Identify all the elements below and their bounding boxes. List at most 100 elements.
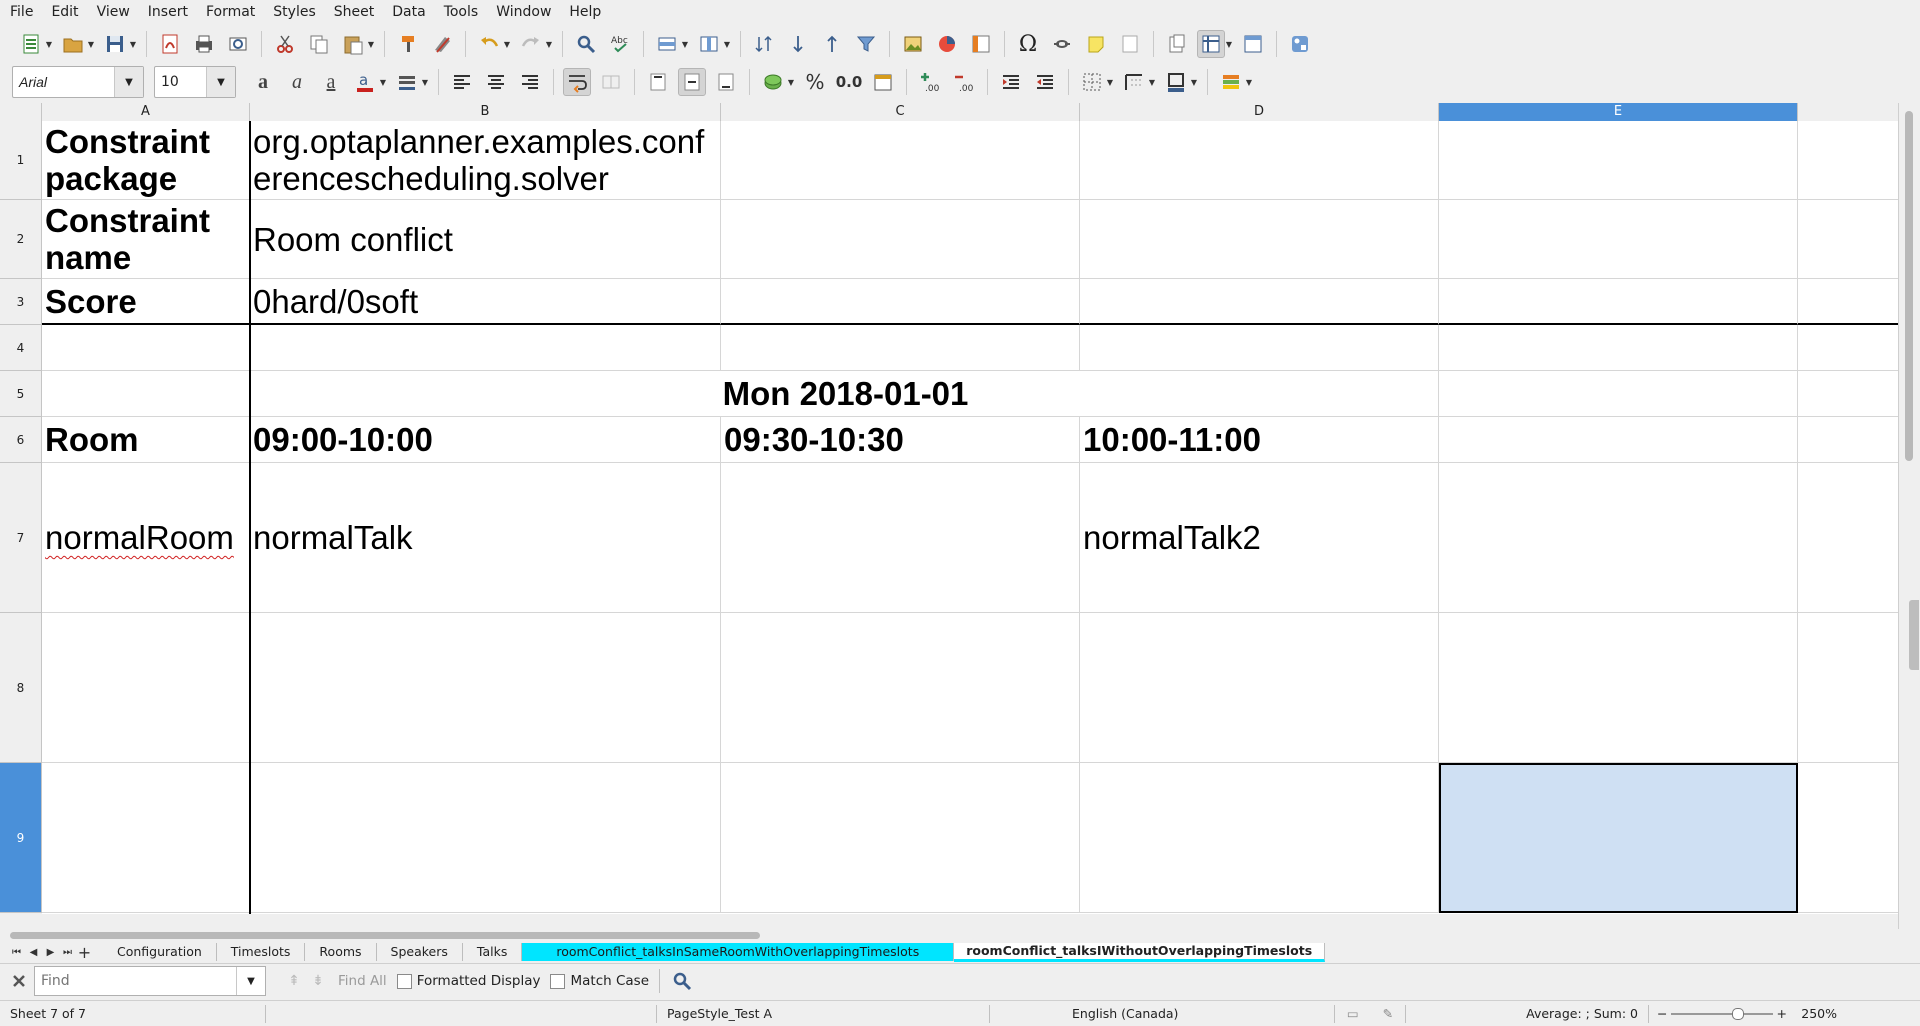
cell-a9[interactable] — [42, 763, 250, 913]
date-format-icon[interactable] — [869, 68, 897, 96]
cell-b6[interactable]: 09:00-10:00 — [250, 417, 721, 463]
cell-a2[interactable]: Constraint name — [42, 200, 250, 279]
sheet-tab-room-conflict-without-overlapping[interactable]: roomConflict_talksIWithoutOverlappingTim… — [954, 942, 1326, 962]
zoom-in-icon[interactable]: + — [1777, 1006, 1787, 1021]
insert-image-icon[interactable] — [899, 30, 927, 58]
column-header-b[interactable]: B — [250, 103, 721, 121]
sheet-tab-room-conflict-overlapping[interactable]: roomConflict_talksInSameRoomWithOverlapp… — [522, 943, 955, 961]
close-icon[interactable] — [10, 974, 28, 988]
decrease-indent-icon[interactable] — [1031, 68, 1059, 96]
cell-e3[interactable] — [1439, 279, 1798, 325]
align-top-icon[interactable] — [644, 68, 672, 96]
cell-c7[interactable] — [721, 463, 1080, 613]
freeze-rows-columns-icon[interactable] — [1197, 30, 1225, 58]
cell-d3[interactable] — [1080, 279, 1439, 325]
row-header-5[interactable]: 5 — [0, 371, 42, 417]
cell-f8[interactable] — [1798, 613, 1898, 763]
paste-icon[interactable] — [339, 30, 367, 58]
cell-b9[interactable] — [250, 763, 721, 913]
menu-file[interactable]: File — [0, 0, 41, 24]
sort-ascending-icon[interactable] — [784, 30, 812, 58]
find-field[interactable]: ▼ — [34, 966, 266, 996]
column-header-e[interactable]: E — [1439, 103, 1798, 121]
sheet-tab-rooms[interactable]: Rooms — [305, 943, 377, 961]
select-all-corner[interactable] — [0, 103, 42, 121]
border-style-icon[interactable] — [1120, 68, 1148, 96]
bold-icon[interactable]: a — [249, 68, 277, 96]
menu-edit[interactable]: Edit — [41, 0, 86, 24]
find-next-icon[interactable]: ⇟ — [306, 973, 330, 989]
font-name-combo[interactable]: Arial ▼ — [12, 66, 144, 98]
open-folder-icon[interactable] — [59, 30, 87, 58]
borders-icon[interactable] — [1078, 68, 1106, 96]
sheet-tab-speakers[interactable]: Speakers — [377, 943, 463, 961]
sort-descending-icon[interactable] — [818, 30, 846, 58]
cell-f9[interactable] — [1798, 763, 1898, 913]
menu-data[interactable]: Data — [382, 0, 433, 24]
cell-e4[interactable] — [1439, 325, 1798, 371]
cell-a4[interactable] — [42, 325, 250, 371]
previous-sheet-icon[interactable]: ◀ — [25, 942, 42, 962]
border-color-dropdown-icon[interactable]: ▼ — [1190, 78, 1198, 87]
menu-format[interactable]: Format — [196, 0, 263, 24]
find-previous-icon[interactable]: ⇞ — [282, 973, 306, 989]
menu-tools[interactable]: Tools — [434, 0, 487, 24]
cell-b1[interactable]: org.optaplanner.examples.conferencesched… — [250, 121, 721, 200]
align-left-icon[interactable] — [448, 68, 476, 96]
zoom-slider[interactable]: − + — [1649, 1006, 1787, 1021]
chevron-down-icon[interactable]: ▼ — [206, 67, 235, 97]
cell-b3[interactable]: 0hard/0soft — [250, 279, 721, 325]
align-right-icon[interactable] — [516, 68, 544, 96]
font-color-icon[interactable]: a — [351, 68, 379, 96]
cell-d4[interactable] — [1080, 325, 1439, 371]
italic-icon[interactable]: a — [283, 68, 311, 96]
clear-formatting-icon[interactable] — [428, 30, 456, 58]
cell-c9[interactable] — [721, 763, 1080, 913]
row-header-7[interactable]: 7 — [0, 463, 42, 613]
wrap-text-icon[interactable] — [563, 68, 591, 96]
align-bottom-icon[interactable] — [712, 68, 740, 96]
comment-icon[interactable] — [1082, 30, 1110, 58]
print-icon[interactable] — [190, 30, 218, 58]
cell-f6[interactable] — [1798, 417, 1898, 463]
copy-icon[interactable] — [305, 30, 333, 58]
insert-chart-icon[interactable] — [933, 30, 961, 58]
row-header-8[interactable]: 8 — [0, 613, 42, 763]
percent-format-icon[interactable]: % — [801, 68, 829, 96]
border-color-icon[interactable] — [1162, 68, 1190, 96]
highlight-color-icon[interactable] — [393, 68, 421, 96]
add-sheet-icon[interactable]: + — [76, 942, 93, 962]
zoom-level[interactable]: 250% — [1787, 1006, 1843, 1021]
cell-e2[interactable] — [1439, 200, 1798, 279]
chevron-down-icon[interactable]: ▼ — [236, 967, 265, 995]
align-center-icon[interactable] — [482, 68, 510, 96]
zoom-slider-handle[interactable] — [1732, 1007, 1745, 1020]
cell-f2[interactable] — [1798, 200, 1898, 279]
freeze-dropdown-icon[interactable]: ▼ — [1225, 40, 1233, 49]
cell-c3[interactable] — [721, 279, 1080, 325]
center-vertically-icon[interactable] — [678, 68, 706, 96]
menu-window[interactable]: Window — [486, 0, 559, 24]
last-sheet-icon[interactable]: ⏭ — [59, 942, 76, 962]
number-format-icon[interactable]: 0.0 — [835, 68, 863, 96]
column-dropdown-icon[interactable]: ▼ — [723, 40, 731, 49]
column-header-d[interactable]: D — [1080, 103, 1439, 121]
conditional-format-icon[interactable] — [1217, 68, 1245, 96]
menu-styles[interactable]: Styles — [263, 0, 323, 24]
page-style[interactable]: PageStyle_Test A — [657, 1006, 989, 1021]
sheet-tab-timeslots[interactable]: Timeslots — [217, 943, 306, 961]
save-icon[interactable] — [101, 30, 129, 58]
formatted-display-checkbox[interactable] — [396, 973, 412, 989]
redo-icon[interactable] — [517, 30, 545, 58]
selection-mode-icon[interactable]: ▭ — [1347, 1006, 1359, 1021]
row-header-3[interactable]: 3 — [0, 279, 42, 325]
row-header-2[interactable]: 2 — [0, 200, 42, 279]
cell-d7[interactable]: normalTalk2 — [1080, 463, 1439, 613]
cell-e8[interactable] — [1439, 613, 1798, 763]
define-print-area-icon[interactable] — [1163, 30, 1191, 58]
show-draw-functions-icon[interactable] — [1286, 30, 1314, 58]
language-status[interactable]: English (Canada) — [990, 1006, 1334, 1021]
zoom-out-icon[interactable]: − — [1657, 1006, 1667, 1021]
menu-help[interactable]: Help — [559, 0, 609, 24]
new-dropdown-icon[interactable]: ▼ — [45, 40, 53, 49]
